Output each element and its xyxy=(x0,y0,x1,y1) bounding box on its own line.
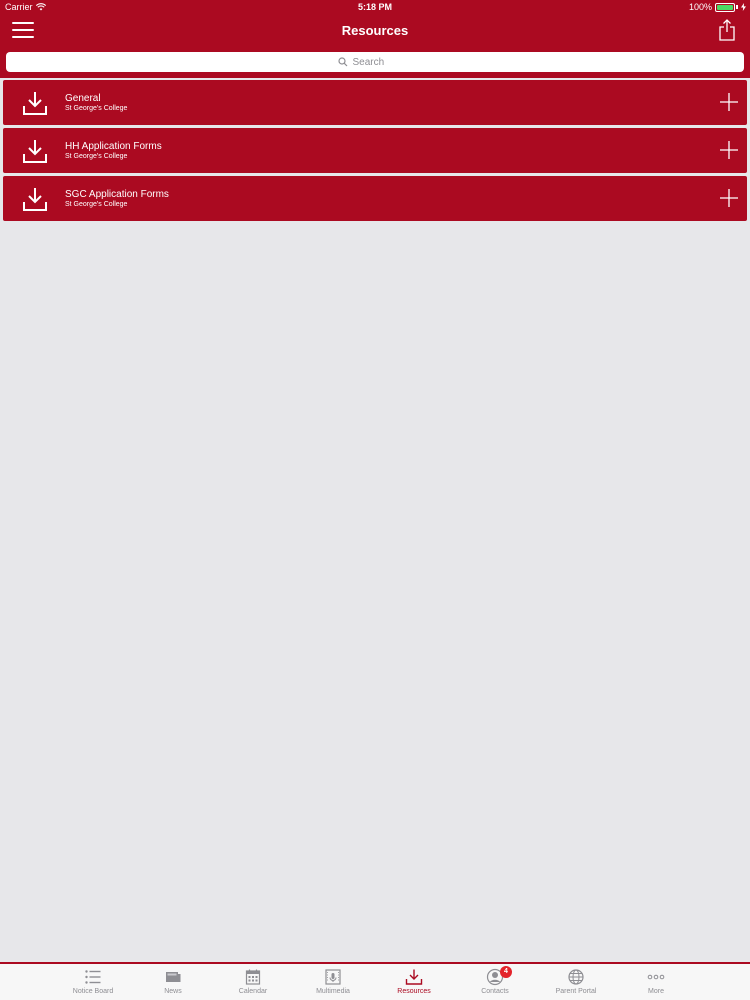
tab-label: Notice Board xyxy=(72,988,114,995)
download-icon xyxy=(405,969,423,985)
calendar-icon xyxy=(245,969,261,985)
page-title: Resources xyxy=(341,23,409,38)
tab-label: Calendar xyxy=(238,988,268,995)
more-icon xyxy=(647,974,665,980)
tab-resources[interactable]: Resources xyxy=(374,964,454,1000)
download-icon xyxy=(23,140,47,163)
tab-label: Multimedia xyxy=(316,988,350,995)
tab-notice-board[interactable]: Notice Board xyxy=(53,964,133,1000)
newspaper-icon xyxy=(166,972,181,982)
tab-more[interactable]: More xyxy=(616,964,696,1000)
resource-title: General xyxy=(65,93,101,104)
tab-label: Resources xyxy=(397,988,431,995)
tab-label: Contacts xyxy=(481,988,509,995)
tab-parent-portal[interactable]: Parent Portal xyxy=(536,964,616,1000)
tab-bar: Notice Board News Calendar Multimedia Re… xyxy=(0,962,750,1000)
resource-row-sgc-application-forms[interactable]: SGC Application Forms St George's Colleg… xyxy=(3,176,747,221)
plus-icon[interactable] xyxy=(720,189,738,207)
resource-text: General St George's College xyxy=(65,93,127,113)
tab-label: More xyxy=(648,988,664,995)
search-icon xyxy=(337,57,347,67)
resource-subtitle: St George's College xyxy=(65,105,128,112)
tab-multimedia[interactable]: Multimedia xyxy=(293,964,373,1000)
plus-icon[interactable] xyxy=(720,141,738,159)
charging-icon xyxy=(741,3,746,11)
plus-icon[interactable] xyxy=(720,93,738,111)
tab-news[interactable]: News xyxy=(133,964,213,1000)
status-time: 5:18 PM xyxy=(357,2,392,12)
status-bar: Carrier 5:18 PM 100% xyxy=(0,0,750,14)
resource-subtitle: St George's College xyxy=(65,201,128,208)
search-bar xyxy=(0,48,750,72)
resource-list: General St George's College HH Applicati… xyxy=(0,78,750,221)
list-icon xyxy=(85,970,101,984)
tab-label: Parent Portal xyxy=(555,988,597,995)
multimedia-icon xyxy=(325,969,341,985)
battery-icon xyxy=(715,2,735,12)
download-icon xyxy=(23,92,47,115)
resource-text: SGC Application Forms St George's Colleg… xyxy=(65,189,169,209)
search-box[interactable] xyxy=(6,52,744,72)
battery-percent: 100% xyxy=(688,2,712,12)
resource-row-hh-application-forms[interactable]: HH Application Forms St George's College xyxy=(3,128,747,173)
tab-calendar[interactable]: Calendar xyxy=(213,964,293,1000)
resource-title: HH Application Forms xyxy=(65,141,162,152)
resource-title: SGC Application Forms xyxy=(65,189,169,200)
status-right: 100% xyxy=(689,0,746,14)
globe-icon xyxy=(568,969,584,985)
share-icon[interactable] xyxy=(718,19,736,41)
nav-bar: Resources xyxy=(0,14,750,48)
battery-tip xyxy=(736,5,738,9)
search-input[interactable] xyxy=(352,56,413,68)
resource-text: HH Application Forms St George's College xyxy=(65,141,162,161)
resource-row-general[interactable]: General St George's College xyxy=(3,80,747,125)
tab-contacts[interactable]: 4 Contacts xyxy=(455,964,535,1000)
download-icon xyxy=(23,188,47,211)
resource-subtitle: St George's College xyxy=(65,153,128,160)
contacts-badge: 4 xyxy=(500,966,512,978)
header: Carrier 5:18 PM 100% Resources xyxy=(0,0,750,78)
tab-label: News xyxy=(164,988,182,995)
